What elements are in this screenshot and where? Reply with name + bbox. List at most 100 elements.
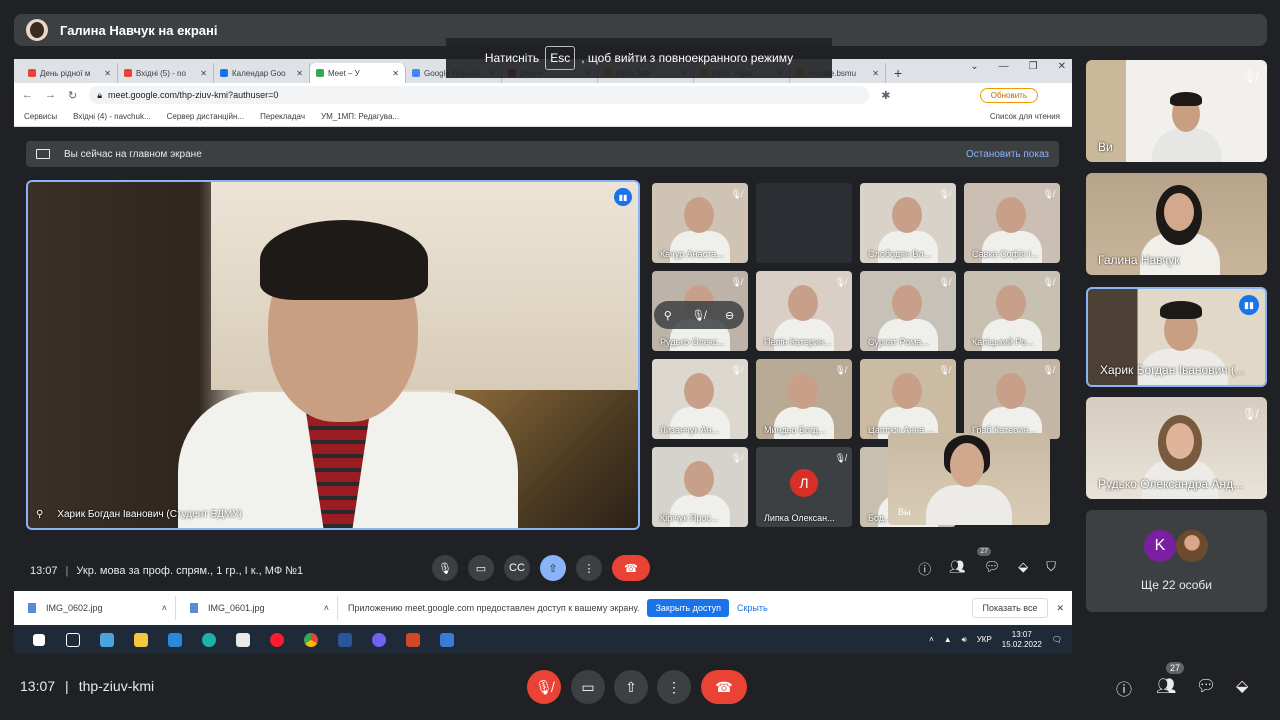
reload-icon[interactable]: ↻ [68, 89, 77, 102]
tab-favicon-icon [412, 69, 420, 77]
participant-tile[interactable]: 🎙︎̸ Рудько Олександра Анд... [1086, 397, 1267, 499]
task-view-icon[interactable] [56, 625, 90, 654]
participant-tile[interactable]: 🎙︎̸ Лизанчук Ан... [652, 359, 748, 439]
hide-button[interactable]: Скрыть [737, 603, 768, 613]
self-view-tile[interactable]: Вы [888, 433, 1050, 525]
chevron-down-icon[interactable]: ⌄ [970, 61, 978, 72]
people-icon[interactable]: 👥︎ 27 [1156, 662, 1185, 696]
participant-tile-self[interactable]: 🎙︎̸ Ви [1086, 60, 1267, 162]
shield-icon[interactable]: ⛉ [1046, 559, 1056, 578]
photos-icon[interactable] [430, 625, 464, 654]
participant-tile[interactable]: 🎙︎̸ Миндьо Богд... [756, 359, 852, 439]
chevron-up-icon[interactable]: ˄ [929, 635, 934, 644]
back-icon[interactable]: ← [22, 89, 33, 101]
bookmark-item[interactable]: УМ_1МП: Редагува... [321, 112, 399, 121]
browser-tab[interactable]: Вхідні (5) - no ✕ [118, 63, 214, 83]
browser-tab[interactable]: День рідної м ✕ [22, 63, 118, 83]
present-button[interactable]: ⇧ [614, 670, 648, 704]
update-button[interactable]: Обновить [979, 87, 1038, 103]
volume-icon[interactable]: 🔊︎ [962, 635, 967, 645]
main-speaker-video[interactable]: ▮▮ ⚲ Харик Богдан Іванович (Студент БДМУ… [26, 180, 640, 530]
store-icon[interactable] [226, 625, 260, 654]
notifications-icon[interactable]: 🗨︎ [1052, 635, 1062, 644]
windows-start-icon[interactable] [22, 625, 56, 654]
camera-icon[interactable]: ▭ [468, 555, 494, 581]
participant-tile[interactable]: 🎙︎̸ Слободян Вл... [860, 183, 956, 263]
participant-tile[interactable]: 🎙︎̸ Цаплюк Анна ... [860, 359, 956, 439]
participant-tile-speaking[interactable]: ▮▮ Харик Богдан Іванович (... [1086, 287, 1267, 387]
chrome-icon[interactable] [294, 625, 328, 654]
chevron-up-icon[interactable]: ˄ [324, 603, 329, 613]
participant-tile[interactable]: 🎙︎̸ Качур Анаста... [652, 183, 748, 263]
download-item[interactable]: IMG_0602.jpg ˄ [14, 596, 176, 620]
pin-icon[interactable]: ⚲ [36, 509, 43, 520]
participant-tile[interactable]: 🎙︎̸ Рудько Олекс... ⚲ 🎙︎̸ ⊖ [652, 271, 748, 351]
powerpoint-icon[interactable] [396, 625, 430, 654]
chat-icon[interactable]: 💬︎ [984, 559, 1001, 578]
participant-tile[interactable]: 🎙︎̸ Савка Софія І... [964, 183, 1060, 263]
mic-off-button[interactable]: 🎙︎̸ [527, 670, 561, 704]
info-icon[interactable]: ⓘ [918, 559, 931, 578]
participant-tile[interactable]: 🎙︎̸ Граб Катерин... [964, 359, 1060, 439]
forward-icon[interactable]: → [45, 89, 56, 101]
new-tab-button[interactable]: + [886, 63, 910, 83]
participant-tile[interactable]: 🎙︎̸ Суркат Рома... [860, 271, 956, 351]
participant-tile[interactable] [756, 183, 852, 263]
camera-button[interactable]: ▭ [571, 670, 605, 704]
captions-icon[interactable]: CC [504, 555, 530, 581]
close-icon[interactable]: ✕ [1058, 61, 1066, 72]
browser-tab[interactable]: Meet – У ✕ [310, 63, 406, 83]
chevron-up-icon[interactable]: ˄ [162, 603, 167, 613]
more-participants-tile[interactable]: K Ще 22 особи [1086, 510, 1267, 612]
bookmark-item[interactable]: Перекладач [260, 112, 305, 121]
activities-icon[interactable]: ⬙ [1236, 676, 1248, 696]
network-icon[interactable]: ▲ [944, 635, 952, 644]
close-tab-icon[interactable]: ✕ [872, 69, 879, 78]
hangup-button[interactable]: ☎︎ [701, 670, 747, 704]
activities-icon[interactable]: ⬙ [1018, 559, 1028, 578]
close-tab-icon[interactable]: ✕ [392, 69, 399, 78]
present-button-icon[interactable]: ⇧ [540, 555, 566, 581]
word-icon[interactable] [328, 625, 362, 654]
close-tab-icon[interactable]: ✕ [104, 69, 111, 78]
close-icon[interactable]: ✕ [1056, 603, 1064, 614]
mic-off-icon[interactable]: 🎙︎̸ [691, 309, 705, 322]
opera-icon[interactable] [260, 625, 294, 654]
hangup-icon[interactable]: ☎︎ [612, 555, 650, 581]
close-tab-icon[interactable]: ✕ [200, 69, 207, 78]
remove-icon[interactable]: ⊖ [725, 309, 734, 322]
extensions-icon[interactable]: ✱ [881, 89, 890, 102]
reading-list[interactable]: Список для чтения [990, 112, 1060, 121]
more-options-icon[interactable]: ⋮ [576, 555, 602, 581]
info-icon[interactable]: ⓘ [1116, 676, 1132, 700]
edge-icon[interactable] [192, 625, 226, 654]
weather-icon[interactable] [90, 625, 124, 654]
browser-tab[interactable]: Календар Goo ✕ [214, 63, 310, 83]
maximize-icon[interactable]: ❐ [1029, 61, 1038, 72]
people-icon[interactable]: 👥︎ 27 [949, 547, 991, 578]
folder-icon[interactable] [124, 625, 158, 654]
viber-icon[interactable] [362, 625, 396, 654]
participant-tile[interactable]: 🎙︎̸ Пелін Катерин... [756, 271, 852, 351]
address-bar[interactable]: 🔒︎ meet.google.com/thp-ziuv-kmi?authuser… [89, 86, 870, 104]
download-item[interactable]: IMG_0601.jpg ˄ [176, 596, 338, 620]
pin-icon[interactable]: ⚲ [664, 309, 672, 322]
minimize-icon[interactable]: — [999, 61, 1009, 72]
chat-icon[interactable]: 💬︎ [1196, 676, 1216, 696]
mic-icon[interactable]: 🎙︎ [432, 555, 458, 581]
mail-icon[interactable] [158, 625, 192, 654]
system-clock[interactable]: 13:07 15.02.2022 [1002, 630, 1042, 650]
bookmark-item[interactable]: Вхідні (4) - navchuk... [73, 112, 150, 121]
participant-tile[interactable]: 🎙︎̸ Кірічук Ярос... [652, 447, 748, 527]
close-tab-icon[interactable]: ✕ [296, 69, 303, 78]
show-all-button[interactable]: Показать все [971, 598, 1049, 618]
participant-tile[interactable]: Галина Навчук [1086, 173, 1267, 275]
language-indicator[interactable]: УКР [977, 635, 992, 644]
more-options-button[interactable]: ⋮ [657, 670, 691, 704]
close-access-button[interactable]: Закрыть доступ [647, 599, 729, 617]
participant-tile[interactable]: Л 🎙︎̸ Липка Олексан... [756, 447, 852, 527]
stop-sharing-button[interactable]: Остановить показ [966, 149, 1049, 160]
bookmark-item[interactable]: Сервисы [24, 112, 57, 121]
bookmark-item[interactable]: Сервер дистанційн... [167, 112, 244, 121]
participant-tile[interactable]: 🎙︎̸ Капіцький Ро... [964, 271, 1060, 351]
